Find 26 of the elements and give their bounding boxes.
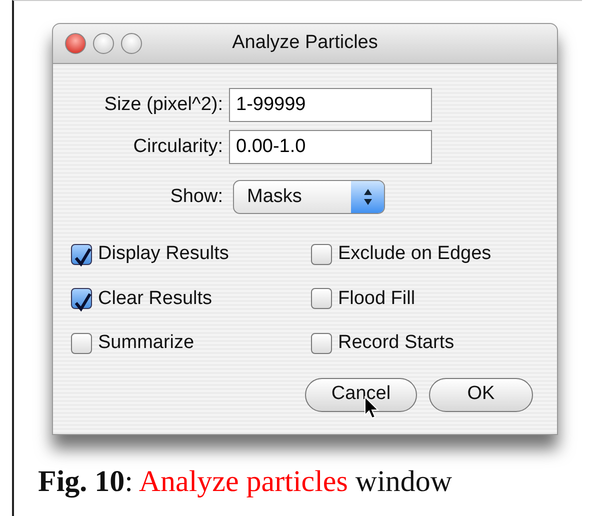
field-label: Show:	[169, 184, 224, 209]
minimize-button[interactable]	[93, 33, 114, 54]
checkbox-label: Clear Results	[98, 286, 212, 310]
checkbox-label: Record Starts	[338, 331, 454, 355]
checkbox[interactable]	[311, 288, 332, 310]
field-label: Circularity:	[132, 134, 224, 159]
checkbox[interactable]	[311, 244, 332, 265]
checkbox-label: Display Results	[98, 242, 229, 266]
close-button[interactable]	[65, 33, 86, 54]
window-title: Analyze Particles	[232, 31, 378, 56]
checkbox[interactable]	[71, 244, 92, 265]
checkbox-label: Flood Fill	[338, 286, 416, 310]
show-dropdown[interactable]: Masks	[233, 180, 385, 214]
stepper-arrows-icon	[364, 189, 372, 205]
checkbox[interactable]	[311, 332, 332, 354]
checkbox-label: Summarize	[98, 331, 194, 355]
zoom-button[interactable]	[121, 33, 142, 54]
figure-caption: Fig. 10: Analyze particles window	[38, 464, 454, 500]
cancel-button[interactable]: Cancel	[305, 378, 417, 412]
ok-button[interactable]: OK	[429, 378, 533, 412]
field-label: Size (pixel^2):	[103, 92, 224, 117]
checkbox-label: Exclude on Edges	[338, 242, 492, 266]
text-field[interactable]: 0.00-1.0	[229, 130, 432, 164]
text-field[interactable]: 1-99999	[229, 88, 432, 122]
checkbox[interactable]	[71, 332, 92, 354]
checkbox[interactable]	[71, 288, 92, 310]
